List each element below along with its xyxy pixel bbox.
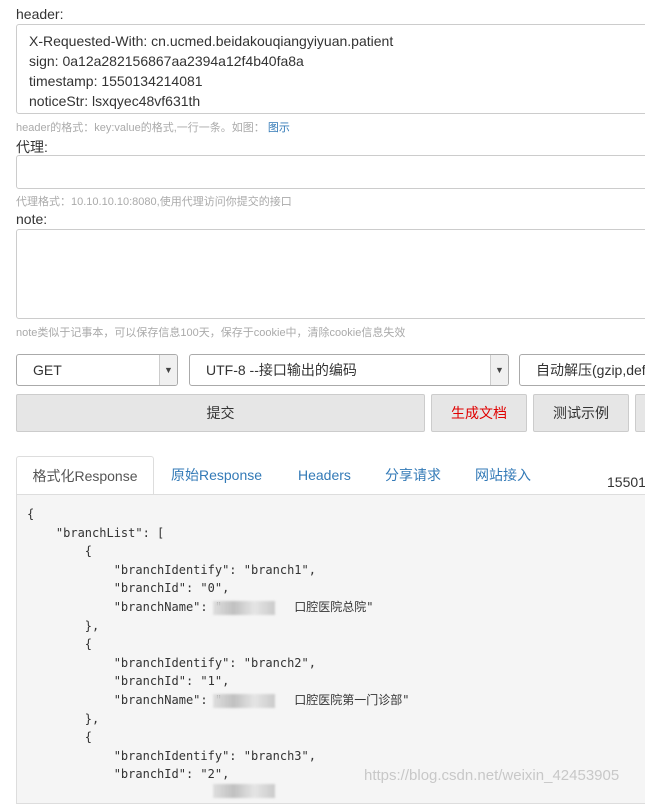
more-button[interactable] (635, 394, 645, 432)
proxy-input[interactable] (16, 155, 645, 189)
proxy-help: 代理格式：10.10.10.10:8080,使用代理访问你提交的接口 (16, 196, 292, 208)
header-line: timestamp: 1550134214081 (29, 73, 203, 89)
timestamp-partial: 15501 (607, 474, 645, 490)
header-line: X-Requested-With: cn.ucmed.beidakouqiang… (29, 33, 394, 49)
tab-formatted-response[interactable]: 格式化Response (16, 456, 154, 495)
tab-site-access[interactable]: 网站接入 (475, 456, 531, 494)
note-textarea[interactable] (16, 229, 645, 319)
header-label: header: (16, 6, 64, 22)
redaction-blur (213, 694, 275, 708)
test-example-button[interactable]: 测试示例 (533, 394, 629, 432)
response-json: { "branchList": [ { "branchIdentify": "b… (27, 507, 410, 782)
proxy-label: 代理: (16, 139, 48, 155)
redaction-blur (213, 601, 275, 615)
header-line: sign: 0a12a282156867aa2394a12f4b40fa8a (29, 53, 304, 69)
tab-headers[interactable]: Headers (298, 456, 351, 494)
chevron-down-icon: ▼ (490, 355, 508, 385)
encoding-select[interactable]: UTF-8 --接口输出的编码 ▼ (189, 354, 509, 386)
redaction-blur (213, 784, 275, 798)
tab-share-request[interactable]: 分享请求 (385, 456, 441, 494)
method-select[interactable]: GET ▼ (16, 354, 178, 386)
note-label: note: (16, 211, 48, 227)
response-panel: { "branchList": [ { "branchIdentify": "b… (16, 494, 645, 804)
note-help: note类似于记事本，可以保存信息100天，保存于cookie中，清除cooki… (16, 327, 406, 339)
header-help: header的格式：key:value的格式,一行一条。如图： 图示 (16, 122, 290, 134)
decompress-select[interactable]: 自动解压(gzip,def (519, 354, 645, 386)
header-line: noticeStr: lsxqyec48vf631th (29, 93, 201, 109)
chevron-down-icon: ▼ (159, 355, 177, 385)
header-example-link[interactable]: 图示 (268, 122, 290, 134)
tab-raw-response[interactable]: 原始Response (171, 456, 262, 494)
watermark: https://blog.csdn.net/weixin_42453905 (364, 767, 620, 784)
generate-doc-button[interactable]: 生成文档 (431, 394, 527, 432)
header-textarea[interactable]: X-Requested-With: cn.ucmed.beidakouqiang… (16, 24, 645, 114)
submit-button[interactable]: 提交 (16, 394, 425, 432)
